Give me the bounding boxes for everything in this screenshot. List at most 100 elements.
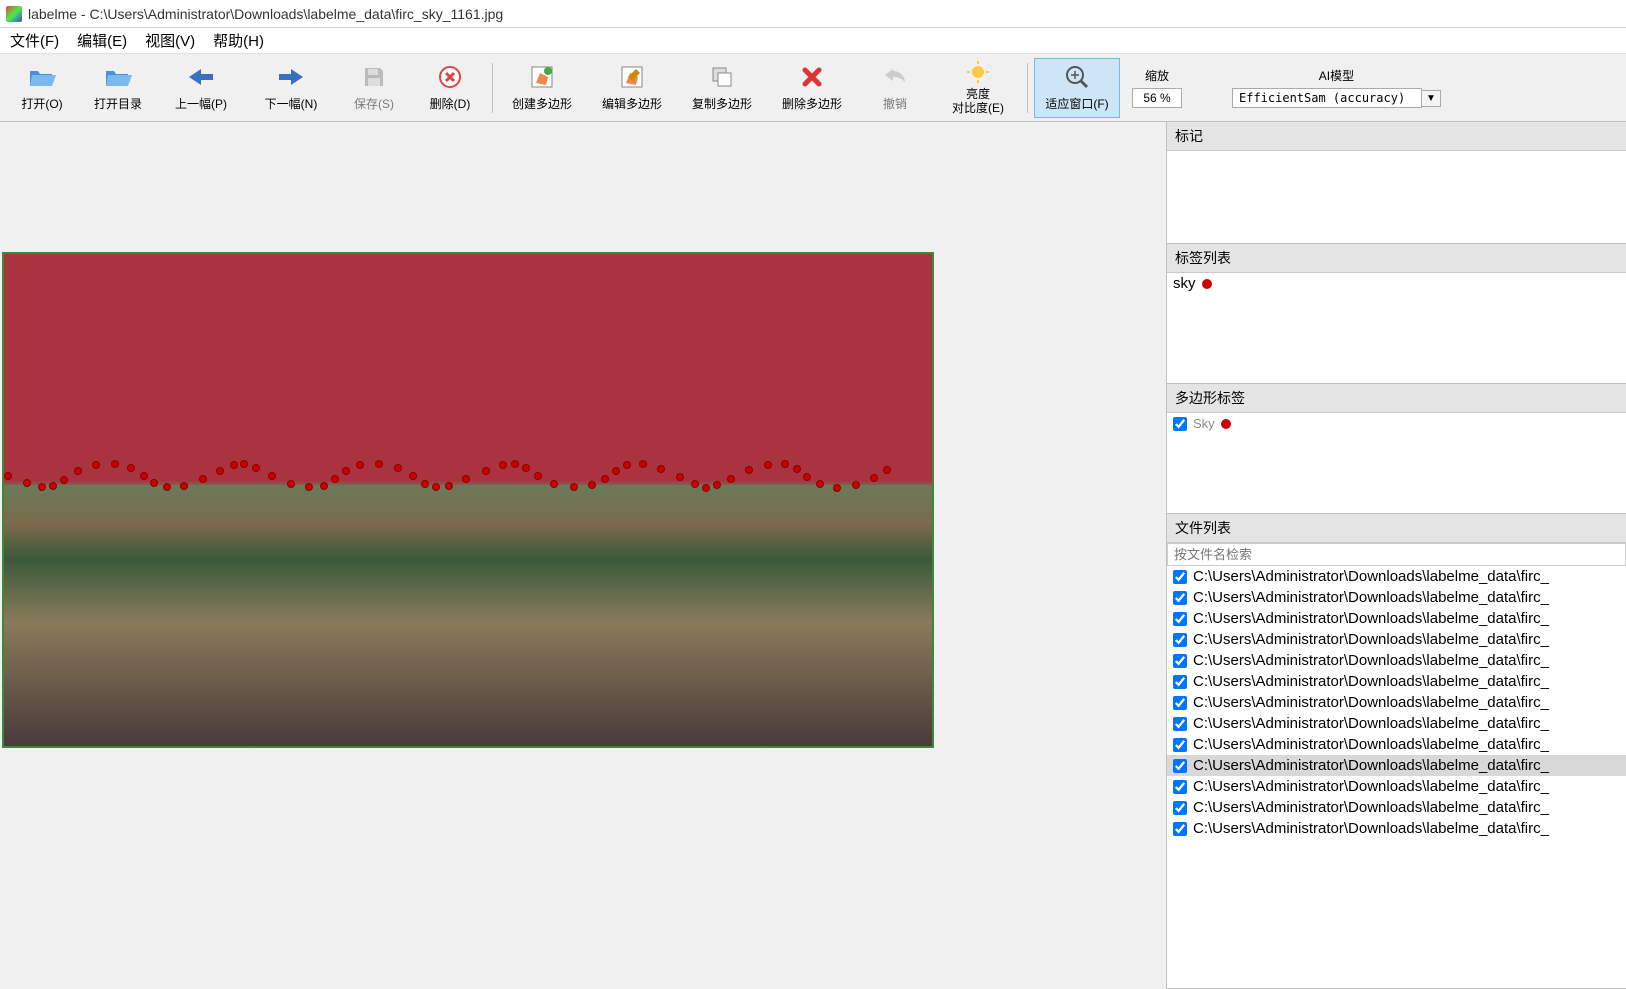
polygon-vertex[interactable] <box>127 464 135 472</box>
file-list-item[interactable]: C:\Users\Administrator\Downloads\labelme… <box>1167 587 1626 608</box>
polygon-vertex[interactable] <box>727 475 735 483</box>
polygon-vertex[interactable] <box>163 483 171 491</box>
file-list-item[interactable]: C:\Users\Administrator\Downloads\labelme… <box>1167 650 1626 671</box>
file-list-item[interactable]: C:\Users\Administrator\Downloads\labelme… <box>1167 776 1626 797</box>
polygon-vertex[interactable] <box>180 482 188 490</box>
polygon-vertex[interactable] <box>482 467 490 475</box>
polygon-vertex[interactable] <box>394 464 402 472</box>
file-checkbox[interactable] <box>1173 675 1187 689</box>
file-checkbox[interactable] <box>1173 654 1187 668</box>
polygon-vertex[interactable] <box>781 460 789 468</box>
polygon-vertex[interactable] <box>199 475 207 483</box>
file-list-item[interactable]: C:\Users\Administrator\Downloads\labelme… <box>1167 734 1626 755</box>
file-list-item[interactable]: C:\Users\Administrator\Downloads\labelme… <box>1167 692 1626 713</box>
file-checkbox[interactable] <box>1173 780 1187 794</box>
polygon-vertex[interactable] <box>745 466 753 474</box>
polygon-vertices[interactable] <box>4 466 932 486</box>
polygon-vertex[interactable] <box>623 461 631 469</box>
polygon-vertex[interactable] <box>230 461 238 469</box>
open-dir-button[interactable]: 打开目录 <box>82 58 154 118</box>
polygon-vertex[interactable] <box>216 467 224 475</box>
polygon-vertex[interactable] <box>268 472 276 480</box>
edit-polygon-button[interactable]: 编辑多边形 <box>589 58 675 118</box>
polygon-label-item[interactable]: Sky <box>1167 413 1626 434</box>
polygon-vertex[interactable] <box>356 461 364 469</box>
polygon-vertex[interactable] <box>320 482 328 490</box>
poly-body[interactable]: Sky <box>1167 413 1626 513</box>
delete-polygon-button[interactable]: 删除多边形 <box>769 58 855 118</box>
annotated-image[interactable] <box>2 252 934 748</box>
polygon-vertex[interactable] <box>421 480 429 488</box>
polygon-sky-overlay[interactable] <box>4 254 932 485</box>
polygon-vertex[interactable] <box>409 472 417 480</box>
file-list-item[interactable]: C:\Users\Administrator\Downloads\labelme… <box>1167 755 1626 776</box>
polygon-vertex[interactable] <box>534 472 542 480</box>
open-button[interactable]: 打开(O) <box>6 58 78 118</box>
polygon-vertex[interactable] <box>883 466 891 474</box>
polygon-vertex[interactable] <box>522 464 530 472</box>
polygon-vertex[interactable] <box>550 480 558 488</box>
file-list-item[interactable]: C:\Users\Administrator\Downloads\labelme… <box>1167 608 1626 629</box>
polygon-vertex[interactable] <box>816 480 824 488</box>
polygon-vertex[interactable] <box>252 464 260 472</box>
chevron-down-icon[interactable]: ▼ <box>1422 90 1441 107</box>
file-checkbox[interactable] <box>1173 696 1187 710</box>
file-checkbox[interactable] <box>1173 759 1187 773</box>
polygon-vertex[interactable] <box>570 483 578 491</box>
polygon-vertex[interactable] <box>462 475 470 483</box>
polygon-vertex[interactable] <box>793 465 801 473</box>
file-checkbox[interactable] <box>1173 633 1187 647</box>
prev-image-button[interactable]: 上一幅(P) <box>158 58 244 118</box>
polygon-vertex[interactable] <box>702 484 710 492</box>
file-search-input[interactable] <box>1167 543 1626 566</box>
menu-view[interactable]: 视图(V) <box>145 30 195 51</box>
polygon-vertex[interactable] <box>342 467 350 475</box>
polygon-vertex[interactable] <box>331 475 339 483</box>
file-list-item[interactable]: C:\Users\Administrator\Downloads\labelme… <box>1167 629 1626 650</box>
copy-polygon-button[interactable]: 复制多边形 <box>679 58 765 118</box>
file-checkbox[interactable] <box>1173 738 1187 752</box>
polygon-vertex[interactable] <box>23 479 31 487</box>
polygon-vertex[interactable] <box>287 480 295 488</box>
polygon-vertex[interactable] <box>870 474 878 482</box>
file-list-item[interactable]: C:\Users\Administrator\Downloads\labelme… <box>1167 671 1626 692</box>
canvas-area[interactable] <box>0 122 1166 989</box>
polygon-vertex[interactable] <box>111 460 119 468</box>
polygon-vertex[interactable] <box>499 461 507 469</box>
polygon-vertex[interactable] <box>713 481 721 489</box>
flags-body[interactable] <box>1167 151 1626 243</box>
polygon-vertex[interactable] <box>676 473 684 481</box>
polygon-vertex[interactable] <box>764 461 772 469</box>
polygon-vertex[interactable] <box>60 476 68 484</box>
ai-model-select[interactable]: EfficientSam (accuracy) <box>1232 88 1422 108</box>
file-list-item[interactable]: C:\Users\Administrator\Downloads\labelme… <box>1167 566 1626 587</box>
delete-button[interactable]: 删除(D) <box>414 58 486 118</box>
polygon-vertex[interactable] <box>445 482 453 490</box>
file-checkbox[interactable] <box>1173 717 1187 731</box>
label-item[interactable]: sky <box>1167 273 1626 294</box>
labels-body[interactable]: sky <box>1167 273 1626 383</box>
polygon-vertex[interactable] <box>511 460 519 468</box>
file-list-item[interactable]: C:\Users\Administrator\Downloads\labelme… <box>1167 818 1626 839</box>
polygon-vertex[interactable] <box>150 479 158 487</box>
polygon-vertex[interactable] <box>4 472 12 480</box>
polygon-vertex[interactable] <box>601 475 609 483</box>
menu-file[interactable]: 文件(F) <box>10 30 59 51</box>
menu-help[interactable]: 帮助(H) <box>213 30 264 51</box>
polygon-vertex[interactable] <box>74 467 82 475</box>
file-checkbox[interactable] <box>1173 591 1187 605</box>
files-body[interactable]: C:\Users\Administrator\Downloads\labelme… <box>1167 566 1626 988</box>
create-polygon-button[interactable]: 创建多边形 <box>499 58 585 118</box>
file-checkbox[interactable] <box>1173 801 1187 815</box>
polygon-vertex[interactable] <box>657 465 665 473</box>
file-checkbox[interactable] <box>1173 612 1187 626</box>
polygon-vertex[interactable] <box>92 461 100 469</box>
file-checkbox[interactable] <box>1173 822 1187 836</box>
polygon-vertex[interactable] <box>691 480 699 488</box>
menu-edit[interactable]: 编辑(E) <box>77 30 127 51</box>
polygon-vertex[interactable] <box>588 481 596 489</box>
zoom-value[interactable]: 56 % <box>1132 88 1182 108</box>
polygon-vertex[interactable] <box>639 460 647 468</box>
polygon-vertex[interactable] <box>140 472 148 480</box>
polygon-vertex[interactable] <box>375 460 383 468</box>
